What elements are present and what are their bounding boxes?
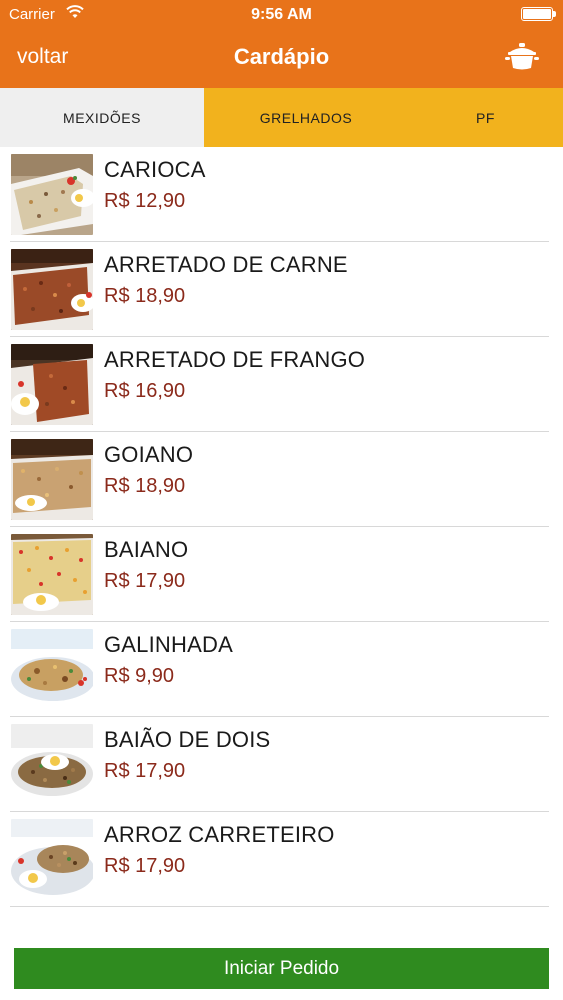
battery-icon — [521, 7, 556, 21]
menu-item[interactable]: GOIANO R$ 18,90 — [0, 432, 563, 527]
start-order-button[interactable]: Iniciar Pedido — [14, 948, 549, 989]
divider — [10, 906, 549, 907]
menu-list: CARIOCA R$ 12,90 ARRETADO DE CARNE R$ 18… — [0, 147, 563, 907]
item-price: R$ 12,90 — [104, 190, 186, 212]
tab-grelhados[interactable]: GRELHADOS — [204, 88, 408, 147]
clock: 9:56 AM — [251, 6, 312, 23]
menu-item[interactable]: ARROZ CARRETEIRO R$ 17,90 — [0, 812, 563, 907]
item-price: R$ 9,90 — [104, 665, 175, 687]
tab-pf[interactable]: PF — [408, 88, 563, 147]
item-name: BAIANO — [104, 537, 189, 562]
menu-item[interactable]: GALINHADA R$ 9,90 — [0, 622, 563, 717]
dish-photo — [11, 724, 93, 805]
dish-photo — [11, 629, 93, 710]
pot-icon[interactable] — [505, 42, 539, 72]
item-name: BAIÃO DE DOIS — [104, 727, 271, 752]
dish-photo — [11, 154, 93, 235]
item-name: ARROZ CARRETEIRO — [104, 822, 335, 847]
category-tabs: MEXIDÕES GRELHADOS PF — [0, 88, 563, 147]
status-bar: Carrier 9:56 AM — [0, 0, 563, 30]
dish-photo — [11, 534, 93, 615]
item-price: R$ 18,90 — [104, 285, 186, 307]
item-price: R$ 16,90 — [104, 380, 186, 402]
menu-item[interactable]: CARIOCA R$ 12,90 — [0, 147, 563, 242]
item-name: CARIOCA — [104, 157, 206, 182]
menu-item[interactable]: BAIÃO DE DOIS R$ 17,90 — [0, 717, 563, 812]
navigation-header: Carrier 9:56 AM voltar Cardápio — [0, 0, 563, 88]
dish-photo — [11, 249, 93, 330]
item-name: ARRETADO DE CARNE — [104, 252, 348, 277]
item-price: R$ 17,90 — [104, 570, 186, 592]
item-price: R$ 17,90 — [104, 855, 186, 877]
menu-item[interactable]: ARRETADO DE CARNE R$ 18,90 — [0, 242, 563, 337]
menu-item[interactable]: ARRETADO DE FRANGO R$ 16,90 — [0, 337, 563, 432]
item-name: GALINHADA — [104, 632, 233, 657]
item-price: R$ 18,90 — [104, 475, 186, 497]
dish-photo — [11, 344, 93, 425]
item-price: R$ 17,90 — [104, 760, 186, 782]
menu-item[interactable]: BAIANO R$ 17,90 — [0, 527, 563, 622]
item-name: GOIANO — [104, 442, 194, 467]
dish-photo — [11, 439, 93, 520]
item-name: ARRETADO DE FRANGO — [104, 347, 366, 372]
dish-photo — [11, 819, 93, 900]
tab-mexidoes[interactable]: MEXIDÕES — [0, 88, 204, 147]
page-title: Cardápio — [233, 44, 330, 69]
